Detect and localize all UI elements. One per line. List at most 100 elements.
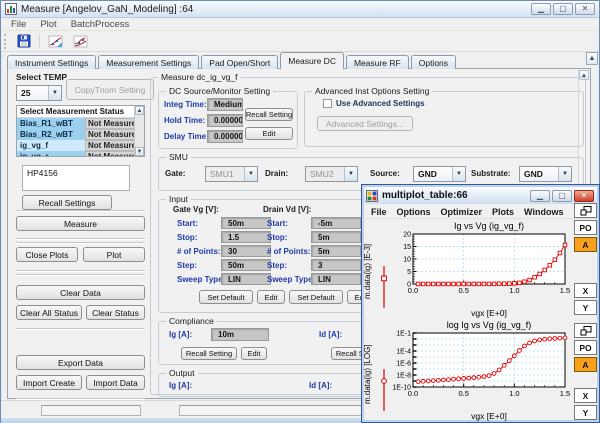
input-row-field[interactable]: 1.5 xyxy=(221,231,271,243)
toolbar-grip[interactable] xyxy=(4,33,7,49)
dc-row-field[interactable]: 0.00000 xyxy=(207,130,243,143)
measurement-name[interactable]: Bias_R1_wBT xyxy=(17,118,85,129)
edit-button[interactable]: Edit xyxy=(257,290,285,304)
tab-measurement-settings[interactable]: Measurement Settings xyxy=(98,55,200,69)
smu-select-gate[interactable]: SMU1 ▼ xyxy=(205,166,258,182)
use-advanced-settings-checkbox[interactable] xyxy=(323,99,332,108)
input-row-field[interactable]: -5m xyxy=(311,217,361,229)
input-row-field[interactable]: 30 xyxy=(221,245,271,257)
tab-instrument-settings[interactable]: Instrument Settings xyxy=(7,55,97,69)
advanced-settings-button[interactable]: Advanced Settings... xyxy=(317,116,413,131)
tab-options[interactable]: Options xyxy=(410,55,457,69)
plot-x-button[interactable]: X xyxy=(574,388,597,403)
dc-row-field[interactable]: 0.00000 xyxy=(207,114,243,127)
menu-file[interactable]: File xyxy=(371,207,387,217)
plot-y-button[interactable]: Y xyxy=(574,300,597,315)
clear-all-status-button[interactable]: Clear All Status xyxy=(16,305,82,320)
scroll-down-icon[interactable]: ▼ xyxy=(135,147,144,156)
table-row[interactable]: ig_vg_rNot Measured xyxy=(17,151,135,156)
save-icon[interactable] xyxy=(14,33,34,50)
plot-mode-icon[interactable] xyxy=(574,203,597,218)
menu-plot[interactable]: Plot xyxy=(40,19,56,30)
set-default-button[interactable]: Set Default xyxy=(199,290,253,304)
screen: Measure [Angelov_GaN_Modeling] :64 ▁ ▢ ✕… xyxy=(0,0,600,423)
smu-select-substrate[interactable]: GND ▼ xyxy=(519,166,572,182)
close-icon[interactable]: ✕ xyxy=(575,3,595,15)
multiplot-titlebar[interactable]: multiplot_table:66 ▁ ▢ ✕ xyxy=(364,187,597,204)
maximize-icon[interactable]: ▢ xyxy=(553,3,573,15)
recall-settings-button[interactable]: Recall Settings xyxy=(22,195,112,210)
menu-options[interactable]: Options xyxy=(397,207,431,217)
smu-value: SMU2 xyxy=(310,169,334,179)
measurement-name[interactable]: ig_vg_f xyxy=(17,140,85,151)
main-menu-bar: File Plot BatchProcess xyxy=(1,18,599,31)
tab-scroll-up-button[interactable]: ▲ xyxy=(586,52,598,65)
input-row-field[interactable]: LIN xyxy=(221,273,271,285)
set-default-button[interactable]: Set Default xyxy=(289,290,343,304)
close-icon[interactable]: ✕ xyxy=(574,190,594,202)
input-row-field[interactable]: 3 xyxy=(311,259,361,271)
svg-text:1.5: 1.5 xyxy=(560,286,570,295)
minimize-icon[interactable]: ▁ xyxy=(531,3,551,15)
input-row-field[interactable]: LIN xyxy=(311,273,361,285)
compliance-edit-button[interactable]: Edit xyxy=(241,347,267,360)
instrument-listbox[interactable]: HP4156 xyxy=(22,165,130,191)
compliance-field[interactable]: 10m xyxy=(211,328,269,341)
batch-plot-icon[interactable] xyxy=(70,33,90,50)
input-row-field[interactable]: 50m xyxy=(221,217,271,229)
clear-data-button[interactable]: Clear Data xyxy=(16,285,145,300)
tab-pad-open-short[interactable]: Pad Open/Short xyxy=(201,55,279,69)
maximize-icon[interactable]: ▢ xyxy=(552,190,572,202)
clear-status-button[interactable]: Clear Status xyxy=(86,305,145,320)
measure-button[interactable]: Measure xyxy=(16,216,145,231)
minimize-icon[interactable]: ▁ xyxy=(530,190,550,202)
input-row-field[interactable]: 50m xyxy=(221,259,271,271)
separator xyxy=(16,398,145,400)
status-table-scrollbar[interactable]: ▲ ▼ xyxy=(134,106,144,156)
compliance-label: Id [A]: xyxy=(319,330,343,339)
menu-optimizer[interactable]: Optimizer xyxy=(441,207,483,217)
smu-select-drain[interactable]: SMU2 ▼ xyxy=(305,166,358,182)
import-data-button[interactable]: Import Data xyxy=(86,375,145,390)
plot-data-icon[interactable] xyxy=(45,33,65,50)
smu-select-source[interactable]: GND ▼ xyxy=(413,166,466,182)
menu-plots[interactable]: Plots xyxy=(492,207,514,217)
measurement-name[interactable]: Bias_R2_wBT xyxy=(17,129,85,140)
compliance-recall-button[interactable]: Recall Setting xyxy=(181,347,237,360)
menu-windows[interactable]: Windows xyxy=(524,207,563,217)
plot-po-button[interactable]: PO xyxy=(574,220,597,235)
close-plots-button[interactable]: Close Plots xyxy=(16,247,78,262)
plot-a-button[interactable]: A xyxy=(574,357,597,372)
plot-a-button[interactable]: A xyxy=(574,237,597,252)
tab-measure-rf[interactable]: Measure RF xyxy=(345,55,409,69)
dc-row-field[interactable]: Medium xyxy=(207,98,243,111)
temp-select[interactable]: 25 ▼ xyxy=(16,85,62,101)
table-row[interactable]: Bias_R2_wBTNot Measured xyxy=(17,129,135,140)
menu-file[interactable]: File xyxy=(11,19,26,30)
input-row-label: Start: xyxy=(267,219,288,228)
import-create-button[interactable]: Import Create xyxy=(16,375,82,390)
scroll-up-icon[interactable]: ▲ xyxy=(135,106,144,115)
tab-measure-dc[interactable]: Measure DC xyxy=(280,52,344,69)
plot-button[interactable]: Plot xyxy=(83,247,145,262)
dc-edit-button[interactable]: Edit xyxy=(245,127,293,140)
dc-row-label: Hold Time: xyxy=(164,116,206,125)
measurement-name[interactable]: ig_vg_r xyxy=(17,151,85,156)
menu-batchprocess[interactable]: BatchProcess xyxy=(71,19,130,30)
export-data-button[interactable]: Export Data xyxy=(16,355,145,370)
dc-recall-setting-button[interactable]: Recall Setting xyxy=(245,108,293,121)
plot-mode-icon[interactable] xyxy=(574,323,597,338)
table-row[interactable]: ig_vg_fNot Measured xyxy=(17,140,135,151)
input-row-field[interactable]: 5m xyxy=(311,231,361,243)
measure-window-titlebar[interactable]: Measure [Angelov_GaN_Modeling] :64 ▁ ▢ ✕ xyxy=(1,1,599,18)
svg-text:20: 20 xyxy=(403,232,411,239)
plot-po-button[interactable]: PO xyxy=(574,340,597,355)
instrument-item[interactable]: HP4156 xyxy=(27,168,58,178)
input-row-field[interactable]: 5m xyxy=(311,245,361,257)
plot-x-button[interactable]: X xyxy=(574,283,597,298)
multiplot-window: multiplot_table:66 ▁ ▢ ✕ File Options Opti… xyxy=(361,184,600,423)
table-row[interactable]: Bias_R1_wBTNot Measured xyxy=(17,118,135,129)
plot-y-button[interactable]: Y xyxy=(574,405,597,420)
copy-tnom-button[interactable]: CopyTnom Setting xyxy=(66,79,154,100)
input-row-label: Step: xyxy=(267,261,287,270)
